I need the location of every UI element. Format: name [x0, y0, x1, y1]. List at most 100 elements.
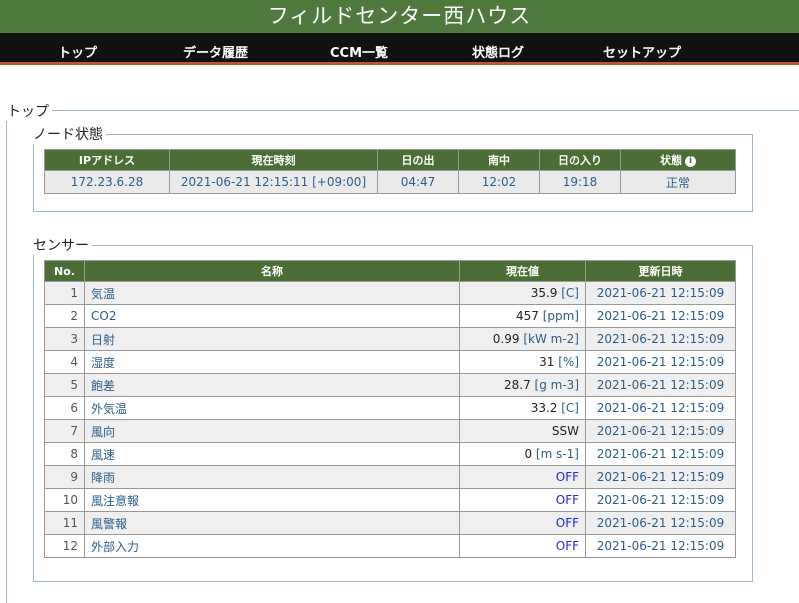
col-noon: 南中	[458, 149, 540, 171]
sensor-name[interactable]: 風注意報	[84, 488, 460, 512]
nav-setup[interactable]: セットアップ	[603, 42, 681, 61]
top-section-border	[6, 110, 7, 603]
sensor-no: 7	[44, 419, 85, 443]
sensor-no: 4	[44, 350, 85, 374]
node-status-table: IPアドレス 現在時刻 日の出 南中 日の入り 状態 i 172.23.6.28 …	[44, 149, 736, 194]
col-no: No.	[44, 260, 85, 282]
sensor-value: 35.9	[530, 286, 558, 300]
sensor-value: 0.99	[492, 332, 520, 346]
sensor-row: 12 外部入力 OFF 2021-06-21 12:15:09	[44, 534, 736, 558]
sensor-value: OFF	[555, 470, 579, 484]
node-ip: 172.23.6.28	[44, 170, 170, 194]
sensor-name[interactable]: 気温	[84, 281, 460, 305]
sensor-value: 0	[524, 447, 533, 461]
sensor-row: 7 風向 SSW 2021-06-21 12:15:09	[44, 419, 736, 443]
sensor-value-cell: SSW	[459, 419, 586, 443]
sensor-header-row: No. 名称 現在値 更新日時	[44, 260, 736, 282]
sensor-value: OFF	[555, 493, 579, 507]
sensor-table: No. 名称 現在値 更新日時 1 気温 35.9 [C] 2021-06-21 12…	[44, 260, 736, 558]
sensor-row: 9 降雨 OFF 2021-06-21 12:15:09	[44, 465, 736, 489]
sensor-row: 3 日射 0.99 [kW m-2] 2021-06-21 12:15:09	[44, 327, 736, 351]
sensor-value-cell: 0 [m s-1]	[459, 442, 586, 466]
col-updated: 更新日時	[585, 260, 736, 282]
col-value: 現在値	[459, 260, 586, 282]
sensor-no: 5	[44, 373, 85, 397]
sensor-unit: [ppm]	[542, 309, 579, 323]
sensor-updated: 2021-06-21 12:15:09	[585, 419, 736, 443]
sensor-row: 5 飽差 28.7 [g m-3] 2021-06-21 12:15:09	[44, 373, 736, 397]
sensor-updated: 2021-06-21 12:15:09	[585, 281, 736, 305]
sensor-row: 10 風注意報 OFF 2021-06-21 12:15:09	[44, 488, 736, 512]
sensor-value-cell: OFF	[459, 465, 586, 489]
sensor-updated: 2021-06-21 12:15:09	[585, 511, 736, 535]
node-status-legend: ノード状態	[30, 124, 106, 144]
sensor-row: 2 CO2 457 [ppm] 2021-06-21 12:15:09	[44, 304, 736, 328]
sensor-name[interactable]: 外気温	[84, 396, 460, 420]
sensor-name[interactable]: 降雨	[84, 465, 460, 489]
sensor-updated: 2021-06-21 12:15:09	[585, 488, 736, 512]
col-sunset: 日の入り	[539, 149, 621, 171]
node-status: 正常	[620, 170, 736, 194]
col-ip: IPアドレス	[44, 149, 170, 171]
sensor-updated: 2021-06-21 12:15:09	[585, 396, 736, 420]
info-icon[interactable]: i	[685, 155, 696, 167]
sensor-name[interactable]: 風警報	[84, 511, 460, 535]
sensor-value-cell: 457 [ppm]	[459, 304, 586, 328]
nav-ccm-list[interactable]: CCM一覧	[330, 42, 388, 61]
sensor-name[interactable]: 日射	[84, 327, 460, 351]
nav-data-history[interactable]: データ履歴	[183, 42, 248, 61]
sensor-name[interactable]: 飽差	[84, 373, 460, 397]
col-current-time: 現在時刻	[169, 149, 378, 171]
col-name: 名称	[84, 260, 460, 282]
sensor-name[interactable]: 風向	[84, 419, 460, 443]
sensor-value-cell: 0.99 [kW m-2]	[459, 327, 586, 351]
top-section-legend: トップ	[4, 101, 52, 121]
sensor-no: 8	[44, 442, 85, 466]
col-sunrise: 日の出	[377, 149, 459, 171]
col-status-label: 状態	[660, 154, 682, 167]
sensor-value: OFF	[555, 539, 579, 553]
sensor-no: 12	[44, 534, 85, 558]
sensor-no: 1	[44, 281, 85, 305]
nav-top[interactable]: トップ	[58, 42, 97, 61]
sensor-updated: 2021-06-21 12:15:09	[585, 327, 736, 351]
sensor-row: 6 外気温 33.2 [C] 2021-06-21 12:15:09	[44, 396, 736, 420]
sensor-unit: [C]	[561, 286, 579, 300]
sensor-no: 10	[44, 488, 85, 512]
nav-status-log[interactable]: 状態ログ	[472, 42, 524, 61]
sensor-value-cell: 33.2 [C]	[459, 396, 586, 420]
sensor-value: 31	[539, 355, 555, 369]
node-time: 2021-06-21 12:15:11 [+09:00]	[169, 170, 378, 194]
sensor-value-cell: OFF	[459, 511, 586, 535]
sensor-updated: 2021-06-21 12:15:09	[585, 534, 736, 558]
top-section-border-top	[6, 110, 799, 111]
sensor-name[interactable]: CO2	[84, 304, 460, 328]
sensor-value: 28.7	[504, 378, 531, 392]
col-status: 状態 i	[620, 149, 736, 171]
sensor-value: OFF	[555, 516, 579, 530]
sensor-name[interactable]: 風速	[84, 442, 460, 466]
sensor-row: 11 風警報 OFF 2021-06-21 12:15:09	[44, 511, 736, 535]
sensor-name[interactable]: 湿度	[84, 350, 460, 374]
sensor-name[interactable]: 外部入力	[84, 534, 460, 558]
node-sunrise: 04:47	[377, 170, 459, 194]
sensor-no: 9	[44, 465, 85, 489]
sensor-value-cell: 28.7 [g m-3]	[459, 373, 586, 397]
sensor-legend: センサー	[30, 235, 92, 255]
sensor-no: 2	[44, 304, 85, 328]
node-status-row: 172.23.6.28 2021-06-21 12:15:11 [+09:00]…	[44, 170, 736, 194]
sensor-no: 6	[44, 396, 85, 420]
sensor-updated: 2021-06-21 12:15:09	[585, 350, 736, 374]
page-title: フィルドセンター西ハウス	[267, 4, 532, 28]
sensor-unit: [g m-3]	[534, 378, 579, 392]
sensor-value: 33.2	[530, 401, 558, 415]
node-sunset: 19:18	[539, 170, 621, 194]
sensor-updated: 2021-06-21 12:15:09	[585, 304, 736, 328]
sensor-unit: [kW m-2]	[523, 332, 579, 346]
sensor-no: 11	[44, 511, 85, 535]
sensor-unit: [m s-1]	[535, 447, 579, 461]
sensor-value: 457	[515, 309, 539, 323]
page-title-bar: フィルドセンター西ハウス	[0, 0, 799, 33]
sensor-unit: [C]	[561, 401, 579, 415]
node-status-header-row: IPアドレス 現在時刻 日の出 南中 日の入り 状態 i	[44, 149, 736, 171]
